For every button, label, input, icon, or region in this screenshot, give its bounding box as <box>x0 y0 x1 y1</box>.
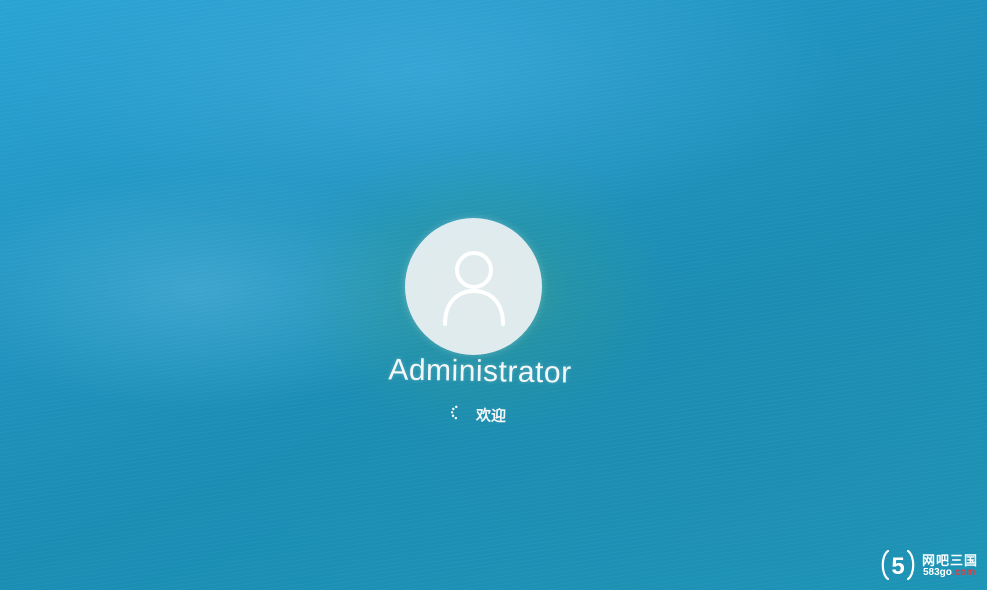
site-watermark: 5 网吧三国 583go.com <box>880 548 984 582</box>
watermark-logo-icon: 5 <box>881 549 915 581</box>
watermark-domain: 583go.com <box>923 567 975 578</box>
username-label: Administrator <box>388 353 572 390</box>
welcome-text: 欢迎 <box>475 406 507 426</box>
sign-in-status: 欢迎 <box>440 400 561 432</box>
watermark-domain-main: 583go <box>923 567 952 578</box>
user-avatar <box>405 218 542 355</box>
user-silhouette-icon <box>443 251 505 326</box>
loading-spinner-icon <box>450 405 458 420</box>
watermark-domain-suffix: .com <box>951 567 976 578</box>
watermark-logo-glyph: 5 <box>891 553 904 580</box>
